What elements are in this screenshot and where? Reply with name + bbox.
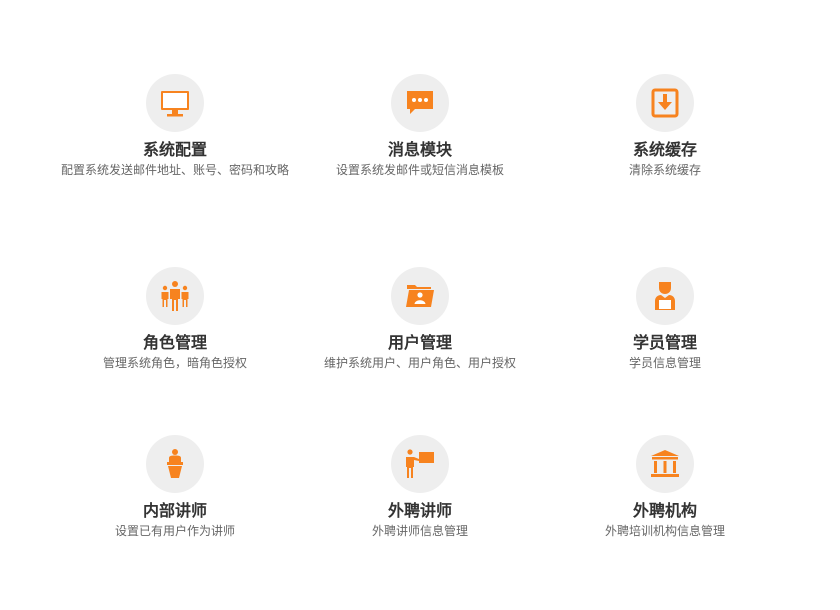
tile-message-module[interactable]: 消息模块 设置系统发邮件或短信消息模板 bbox=[280, 74, 560, 178]
tile-title: 外聘机构 bbox=[632, 501, 697, 520]
tile-description: 设置已有用户作为讲师 bbox=[114, 524, 235, 538]
icon-circle bbox=[636, 267, 694, 325]
icon-circle bbox=[146, 267, 204, 325]
monitor-icon bbox=[161, 91, 189, 117]
tile-role-management[interactable]: 角色管理 管理系统角色，暗角色授权 bbox=[35, 267, 315, 371]
tile-description: 管理系统角色，暗角色授权 bbox=[102, 356, 247, 370]
tile-system-config[interactable]: 系统配置 配置系统发送邮件地址、账号、密码和攻略 bbox=[35, 74, 315, 178]
institution-building-icon bbox=[651, 450, 679, 477]
tile-title: 消息模块 bbox=[387, 140, 452, 159]
tile-title: 系统配置 bbox=[142, 140, 207, 159]
tile-description: 外聘培训机构信息管理 bbox=[604, 524, 725, 538]
presenter-board-icon bbox=[406, 449, 434, 478]
tile-external-institution[interactable]: 外聘机构 外聘培训机构信息管理 bbox=[525, 435, 805, 539]
tile-description: 清除系统缓存 bbox=[628, 163, 701, 177]
tile-student-management[interactable]: 学员管理 学员信息管理 bbox=[525, 267, 805, 371]
student-icon bbox=[655, 282, 675, 310]
tile-description: 外聘讲师信息管理 bbox=[371, 524, 468, 538]
tile-title: 外聘讲师 bbox=[387, 501, 452, 520]
tile-description: 学员信息管理 bbox=[628, 356, 701, 370]
icon-circle bbox=[391, 74, 449, 132]
icon-circle bbox=[636, 74, 694, 132]
icon-circle bbox=[146, 435, 204, 493]
tile-user-management[interactable]: 用户管理 维护系统用户、用户角色、用户授权 bbox=[280, 267, 560, 371]
icon-circle bbox=[391, 267, 449, 325]
tile-title: 用户管理 bbox=[387, 333, 452, 352]
tile-title: 系统缓存 bbox=[632, 140, 697, 159]
tile-description: 维护系统用户、用户角色、用户授权 bbox=[323, 356, 516, 370]
tile-description: 设置系统发邮件或短信消息模板 bbox=[335, 163, 504, 177]
icon-circle bbox=[636, 435, 694, 493]
people-group-icon bbox=[161, 281, 189, 311]
tile-description: 配置系统发送邮件地址、账号、密码和攻略 bbox=[60, 163, 289, 177]
tile-title: 内部讲师 bbox=[142, 501, 207, 520]
tile-internal-lecturer[interactable]: 内部讲师 设置已有用户作为讲师 bbox=[35, 435, 315, 539]
tile-title: 角色管理 bbox=[142, 333, 207, 352]
user-folder-icon bbox=[406, 285, 434, 307]
tile-external-lecturer[interactable]: 外聘讲师 外聘讲师信息管理 bbox=[280, 435, 560, 539]
icon-circle bbox=[146, 74, 204, 132]
chat-bubble-icon bbox=[407, 91, 433, 114]
tile-title: 学员管理 bbox=[632, 333, 697, 352]
podium-speaker-icon bbox=[167, 449, 183, 478]
icon-circle bbox=[391, 435, 449, 493]
tile-system-cache[interactable]: 系统缓存 清除系统缓存 bbox=[525, 74, 805, 178]
download-box-icon bbox=[651, 88, 679, 118]
